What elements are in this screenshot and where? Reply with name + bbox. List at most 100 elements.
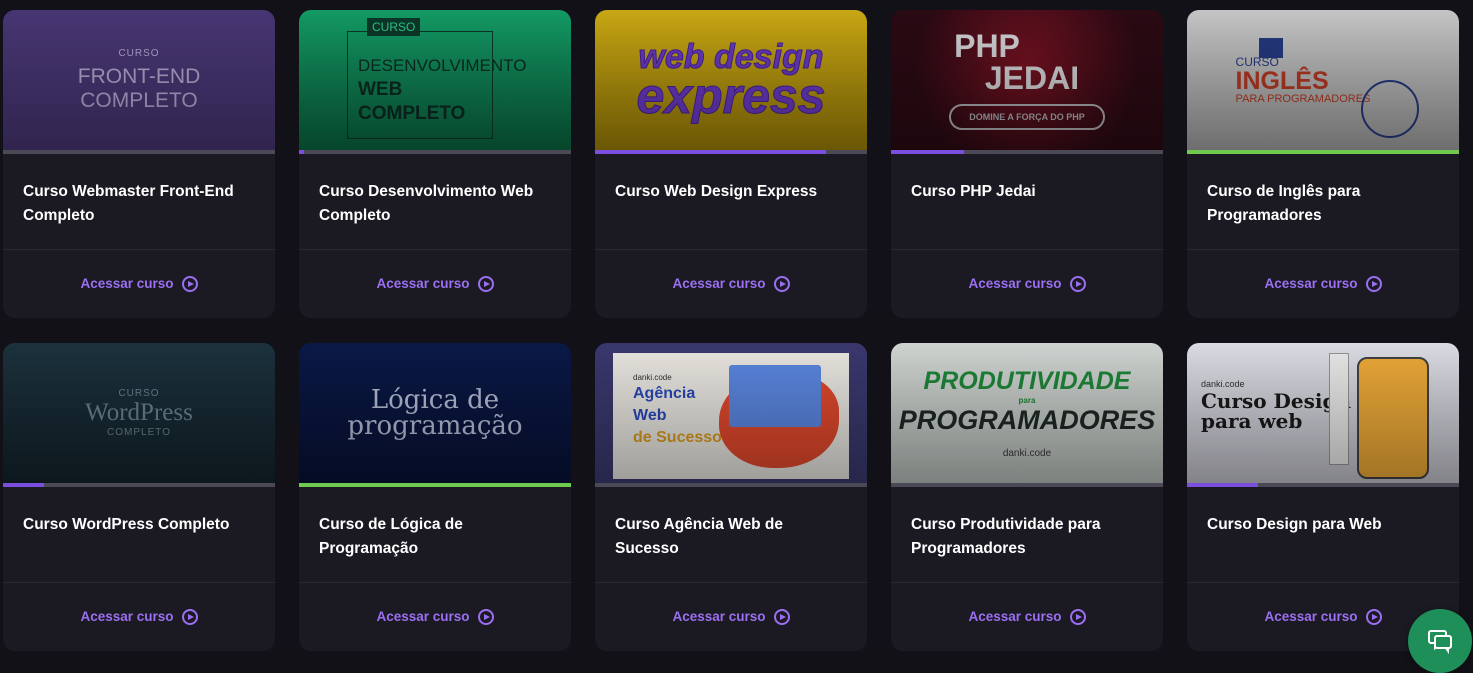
access-course-button[interactable]: Acessar curso xyxy=(376,275,494,292)
course-title: Curso Desenvolvimento Web Completo xyxy=(299,154,571,250)
access-course-button[interactable]: Acessar curso xyxy=(968,275,1086,292)
play-circle-icon xyxy=(1069,608,1086,625)
course-thumbnail[interactable]: danki.code Agência Web de Sucesso xyxy=(595,343,867,483)
access-course-button[interactable]: Acessar curso xyxy=(80,608,198,625)
thumb-text: COMPLETO xyxy=(107,427,171,438)
access-course-label: Acessar curso xyxy=(968,609,1062,624)
course-thumbnail[interactable]: CURSO INGLÊS PARA PROGRAMADORES xyxy=(1187,10,1459,150)
course-card: danki.code Curso Design para web Curso D… xyxy=(1187,343,1459,651)
thumb-text: de Sucesso xyxy=(633,429,722,446)
course-thumbnail[interactable]: PHP JEDAI DOMINE A FORÇA DO PHP xyxy=(891,10,1163,150)
play-circle-icon xyxy=(477,275,494,292)
play-circle-icon xyxy=(1365,275,1382,292)
course-title: Curso Design para Web xyxy=(1187,487,1459,583)
access-course-label: Acessar curso xyxy=(1264,276,1358,291)
course-title: Curso de Lógica de Programação xyxy=(299,487,571,583)
course-title: Curso de Inglês para Programadores xyxy=(1187,154,1459,250)
course-thumbnail[interactable]: danki.code Curso Design para web xyxy=(1187,343,1459,483)
course-thumbnail[interactable]: Lógica de programação xyxy=(299,343,571,483)
course-action: Acessar curso xyxy=(299,583,571,650)
course-action: Acessar curso xyxy=(595,250,867,317)
access-course-label: Acessar curso xyxy=(968,276,1062,291)
access-course-button[interactable]: Acessar curso xyxy=(376,608,494,625)
thumb-text: danki.code xyxy=(633,373,672,382)
chat-button[interactable] xyxy=(1408,609,1472,673)
course-card: CURSO DESENVOLVIMENTO WEB COMPLETO Curso… xyxy=(299,10,571,318)
progress-bar xyxy=(1187,150,1459,154)
access-course-label: Acessar curso xyxy=(80,609,174,624)
thumb-text: CURSO xyxy=(118,388,160,399)
play-circle-icon xyxy=(181,608,198,625)
course-title: Curso Web Design Express xyxy=(595,154,867,250)
thumb-text: PRODUTIVIDADE xyxy=(923,367,1131,395)
progress-fill xyxy=(299,150,305,154)
chat-icon xyxy=(1428,630,1452,655)
progress-fill xyxy=(3,483,44,487)
course-card: Lógica de programação Curso de Lógica de… xyxy=(299,343,571,651)
thumb-frame: DESENVOLVIMENTO WEB COMPLETO xyxy=(347,31,527,139)
access-course-button[interactable]: Acessar curso xyxy=(1264,608,1382,625)
access-course-label: Acessar curso xyxy=(80,276,174,291)
thumb-text: DESENVOLVIMENTO xyxy=(358,56,527,75)
stamp-icon xyxy=(1361,80,1419,138)
play-circle-icon xyxy=(773,275,790,292)
course-card: CURSO INGLÊS PARA PROGRAMADORES Curso de… xyxy=(1187,10,1459,318)
course-action: Acessar curso xyxy=(1187,250,1459,317)
progress-bar xyxy=(1187,483,1459,487)
thumb-text: CURSO xyxy=(367,18,421,36)
thumb-text: programação xyxy=(347,411,523,441)
access-course-button[interactable]: Acessar curso xyxy=(968,608,1086,625)
course-thumbnail[interactable]: CURSO WordPress COMPLETO xyxy=(3,343,275,483)
progress-bar xyxy=(891,150,1163,154)
progress-bar xyxy=(299,150,571,154)
course-card: CURSO FRONT-END COMPLETO Curso Webmaster… xyxy=(3,10,275,318)
thumb-text: COMPLETO xyxy=(358,103,466,124)
course-card: web design express Curso Web Design Expr… xyxy=(595,10,867,318)
access-course-label: Acessar curso xyxy=(672,276,766,291)
thumb-text: CURSO xyxy=(118,47,160,59)
thumb-text: DOMINE A FORÇA DO PHP xyxy=(949,104,1105,130)
course-grid: CURSO FRONT-END COMPLETO Curso Webmaster… xyxy=(3,10,1459,651)
play-circle-icon xyxy=(1069,275,1086,292)
access-course-label: Acessar curso xyxy=(672,609,766,624)
play-circle-icon xyxy=(181,275,198,292)
access-course-button[interactable]: Acessar curso xyxy=(80,275,198,292)
course-thumbnail[interactable]: CURSO DESENVOLVIMENTO WEB COMPLETO xyxy=(299,10,571,150)
progress-fill xyxy=(1187,483,1258,487)
play-circle-icon xyxy=(477,608,494,625)
thumb-text: JEDAI xyxy=(984,60,1080,96)
course-card: CURSO WordPress COMPLETO Curso WordPress… xyxy=(3,343,275,651)
course-card: PRODUTIVIDADE para PROGRAMADORES danki.c… xyxy=(891,343,1163,651)
toolbar-illustration xyxy=(1329,353,1349,465)
course-title: Curso PHP Jedai xyxy=(891,154,1163,250)
thumb-text: Agência xyxy=(633,385,696,402)
course-title: Curso Produtividade para Programadores xyxy=(891,487,1163,583)
thumb-text: para xyxy=(1018,396,1036,405)
course-thumbnail[interactable]: PRODUTIVIDADE para PROGRAMADORES danki.c… xyxy=(891,343,1163,483)
progress-fill xyxy=(595,150,827,154)
course-action: Acessar curso xyxy=(3,583,275,650)
progress-bar xyxy=(3,150,275,154)
access-course-button[interactable]: Acessar curso xyxy=(1264,275,1382,292)
thumb-text: Web xyxy=(633,407,667,424)
access-course-button[interactable]: Acessar curso xyxy=(672,608,790,625)
course-title: Curso Webmaster Front-End Completo xyxy=(3,154,275,250)
course-thumbnail[interactable]: web design express xyxy=(595,10,867,150)
course-action: Acessar curso xyxy=(299,250,571,317)
course-action: Acessar curso xyxy=(3,250,275,317)
flag-icon xyxy=(1259,38,1283,58)
progress-bar xyxy=(595,150,867,154)
course-card: PHP JEDAI DOMINE A FORÇA DO PHP Curso PH… xyxy=(891,10,1163,318)
course-action: Acessar curso xyxy=(891,250,1163,317)
course-title: Curso Agência Web de Sucesso xyxy=(595,487,867,583)
thumb-text: danki.code xyxy=(1201,379,1245,389)
progress-bar xyxy=(299,483,571,487)
course-title: Curso WordPress Completo xyxy=(3,487,275,583)
thumb-text: PROGRAMADORES xyxy=(898,405,1156,435)
thumb-text: FRONT-END xyxy=(77,64,201,88)
access-course-button[interactable]: Acessar curso xyxy=(672,275,790,292)
thumb-illustration: danki.code Agência Web de Sucesso xyxy=(613,353,849,479)
course-thumbnail[interactable]: CURSO FRONT-END COMPLETO xyxy=(3,10,275,150)
progress-fill xyxy=(1187,150,1459,154)
thumb-text: danki.code xyxy=(1002,448,1052,459)
